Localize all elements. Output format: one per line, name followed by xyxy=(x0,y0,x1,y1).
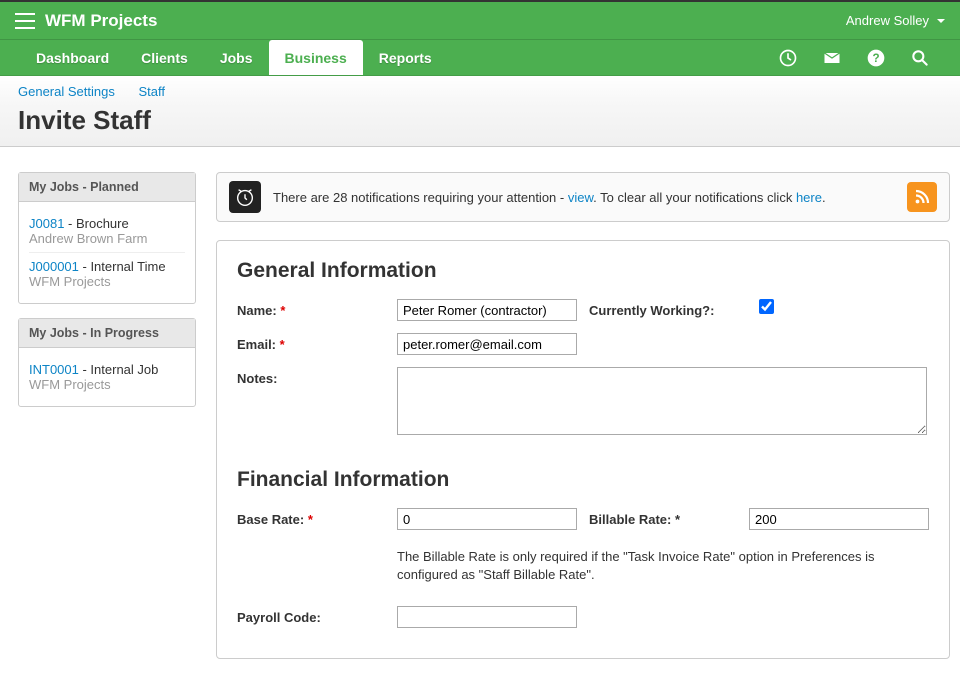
nav-reports[interactable]: Reports xyxy=(363,40,448,75)
payroll-code-input[interactable] xyxy=(397,606,577,628)
currently-working-label: Currently Working?: xyxy=(589,303,714,318)
email-label: Email: xyxy=(237,337,276,352)
currently-working-checkbox[interactable] xyxy=(759,299,774,314)
name-label: Name: xyxy=(237,303,277,318)
job-item: INT0001 - Internal Job WFM Projects xyxy=(29,356,185,398)
search-icon[interactable] xyxy=(910,48,930,68)
main-content: There are 28 notifications requiring you… xyxy=(216,172,950,659)
job-link[interactable]: J0081 xyxy=(29,216,64,231)
page-title: Invite Staff xyxy=(0,103,960,147)
job-link[interactable]: INT0001 xyxy=(29,362,79,377)
name-input[interactable] xyxy=(397,299,577,321)
notification-bar: There are 28 notifications requiring you… xyxy=(216,172,950,222)
nav-business[interactable]: Business xyxy=(269,40,363,75)
general-section-title: General Information xyxy=(237,259,929,283)
form-container: General Information Name: * Currently Wo… xyxy=(216,240,950,659)
sidebar-planned: My Jobs - Planned J0081 - Brochure Andre… xyxy=(18,172,196,304)
job-item: J0081 - Brochure Andrew Brown Farm xyxy=(29,210,185,253)
notif-view-link[interactable]: view xyxy=(568,190,593,205)
notes-label: Notes: xyxy=(237,371,277,386)
user-menu[interactable]: Andrew Solley xyxy=(846,13,945,28)
notif-here-link[interactable]: here xyxy=(796,190,822,205)
svg-text:?: ? xyxy=(872,52,879,65)
hamburger-icon[interactable] xyxy=(15,13,35,29)
billable-rate-input[interactable] xyxy=(749,508,929,530)
subnav-general-settings[interactable]: General Settings xyxy=(18,84,115,99)
help-icon[interactable]: ? xyxy=(866,48,886,68)
base-rate-label: Base Rate: xyxy=(237,512,304,527)
nav-clients[interactable]: Clients xyxy=(125,40,204,75)
chevron-down-icon xyxy=(937,19,945,23)
email-input[interactable] xyxy=(397,333,577,355)
payroll-code-label: Payroll Code: xyxy=(237,610,321,625)
job-link[interactable]: J000001 xyxy=(29,259,79,274)
nav-dashboard[interactable]: Dashboard xyxy=(20,40,125,75)
app-header: WFM Projects Andrew Solley xyxy=(0,0,960,40)
main-nav: Dashboard Clients Jobs Business Reports … xyxy=(0,40,960,76)
job-client: WFM Projects xyxy=(29,377,111,392)
sidebar: My Jobs - Planned J0081 - Brochure Andre… xyxy=(18,172,196,421)
alarm-clock-icon xyxy=(229,181,261,213)
rss-icon[interactable] xyxy=(907,182,937,212)
job-client: WFM Projects xyxy=(29,274,111,289)
user-name: Andrew Solley xyxy=(846,13,929,28)
subnav-staff[interactable]: Staff xyxy=(138,84,165,99)
sidebar-inprogress-title: My Jobs - In Progress xyxy=(19,319,195,348)
notif-prefix: There are 28 notifications requiring you… xyxy=(273,190,568,205)
sidebar-inprogress: My Jobs - In Progress INT0001 - Internal… xyxy=(18,318,196,407)
job-item: J000001 - Internal Time WFM Projects xyxy=(29,253,185,295)
billable-help-text: The Billable Rate is only required if th… xyxy=(397,548,929,584)
job-client: Andrew Brown Farm xyxy=(29,231,147,246)
sidebar-planned-title: My Jobs - Planned xyxy=(19,173,195,202)
base-rate-input[interactable] xyxy=(397,508,577,530)
billable-rate-label: Billable Rate: xyxy=(589,512,671,527)
clock-icon[interactable] xyxy=(778,48,798,68)
subnav: General Settings Staff xyxy=(0,76,960,103)
mail-icon[interactable] xyxy=(822,48,842,68)
notes-textarea[interactable] xyxy=(397,367,927,435)
financial-section-title: Financial Information xyxy=(237,468,929,492)
nav-jobs[interactable]: Jobs xyxy=(204,40,269,75)
app-title: WFM Projects xyxy=(45,11,157,31)
